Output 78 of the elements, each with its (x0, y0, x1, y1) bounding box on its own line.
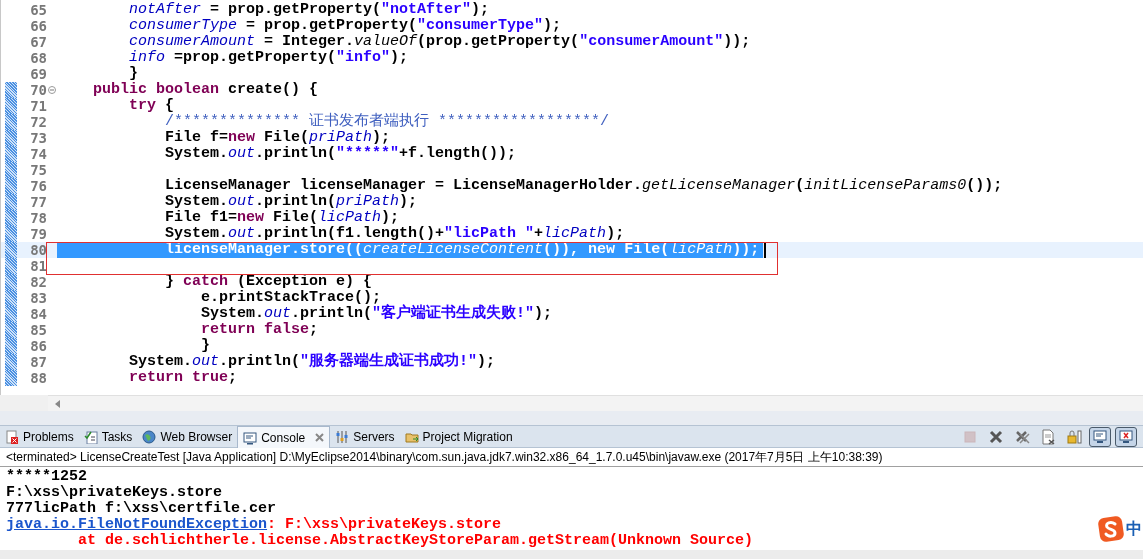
line-number: 80 (29, 242, 47, 258)
process-label: <terminated> LicenseCreateTest [Java Application] D:\MyEclipse2014\binary\com.sun.java.jdk7.win32.x86_64_1.7.0.u45\bin\javaw.exe (2017年7月5日 上午10:38:39) (0, 448, 1143, 467)
view-tab[interactable]: Project Migration (399, 426, 518, 447)
line-number: 77 (29, 194, 47, 210)
view-tab[interactable]: Tasks (78, 426, 138, 447)
line-number: 83 (29, 290, 47, 306)
close-icon (988, 428, 1004, 445)
code-line: notAfter = prop.getProperty("notAfter"); (128, 2, 490, 18)
code-line: try { (128, 98, 175, 114)
view-tab[interactable]: Problems (0, 426, 79, 447)
line-number: 86 (29, 338, 47, 354)
monitor-icon (1092, 428, 1108, 445)
code-line: info =prop.getProperty("info"); (128, 50, 409, 66)
line-number: 88 (29, 370, 47, 386)
view-tab[interactable]: Web Browser (137, 426, 238, 447)
line-number: 76 (29, 178, 47, 194)
line-number: 81 (29, 258, 47, 274)
code-line: /************** 证书发布者端执行 ******************/ (164, 114, 610, 130)
scroll-left-icon[interactable] (55, 399, 60, 408)
line-number: 79 (29, 226, 47, 242)
exception-link[interactable]: java.io.FileNotFoundException (6, 517, 268, 533)
code-line: System.out.println("服务器端生成证书成功!"); (128, 354, 496, 370)
line-number: 84 (29, 306, 47, 322)
code-line: } (200, 338, 211, 354)
globe-icon (142, 429, 157, 444)
code-line: consumerAmount = Integer.valueOf(prop.getProperty("consumerAmount")); (128, 34, 751, 50)
view-tab[interactable]: Servers (330, 426, 400, 447)
line-number: 70 (29, 82, 47, 98)
view-tab[interactable]: Console (237, 426, 331, 448)
console-output-text: 777licPath f:\xss\certfile.cer (6, 501, 277, 517)
line-number: 71 (29, 98, 47, 114)
code-line: System.out.println(priPath); (164, 194, 418, 210)
monitor-x-icon (1118, 428, 1134, 445)
code-line: return false; (200, 322, 319, 338)
sliders-icon (335, 429, 350, 444)
close-icon[interactable] (315, 433, 325, 442)
console-output-text: F:\xss\privateKeys.store (6, 485, 223, 501)
code-line: System.out.println("客户端证书生成失败!"); (200, 306, 553, 322)
line-number: 74 (29, 146, 47, 162)
code-line: LicenseManager licenseManager = LicenseManagerHolder.getLicenseManager(initLicenseParams0()); (164, 178, 1003, 194)
code-line: } (128, 66, 138, 82)
collapse-icon[interactable] (47, 86, 56, 94)
line-number: 69 (29, 66, 47, 82)
code-line: System.out.println(f1.length()+"licPath "+licPath); (164, 226, 625, 242)
error-document-icon (5, 429, 19, 444)
document-x-icon (1040, 428, 1056, 445)
line-number: 73 (29, 130, 47, 146)
line-number: 66 (29, 18, 47, 34)
code-line: return true; (128, 370, 238, 386)
code-line: File f1=new File(licPath); (164, 210, 400, 226)
console-output-text: : F:\xss\privateKeys.store (267, 517, 502, 533)
text-cursor (764, 242, 767, 258)
monitor-icon (243, 430, 258, 445)
line-number: 75 (29, 162, 47, 178)
double-x-icon (1014, 428, 1030, 445)
stop-icon (962, 428, 978, 445)
console-output-text: at de.schlichtherle.license.AbstractKeyStoreParam.getStream(Unknown Source) (77, 533, 754, 549)
checklist-icon (83, 429, 98, 444)
code-line: File f=new File(priPath); (164, 130, 391, 146)
line-number: 85 (29, 322, 47, 338)
lock-icon (1066, 428, 1082, 445)
show-out-button[interactable] (1089, 426, 1111, 447)
line-number: 82 (29, 274, 47, 290)
line-number: 87 (29, 354, 47, 370)
ime-indicator[interactable]: 中 (1098, 516, 1143, 542)
line-number: 72 (29, 114, 47, 130)
code-line: public boolean create() { (92, 82, 319, 98)
code-line: e.printStackTrace(); (200, 290, 382, 306)
line-number: 68 (29, 50, 47, 66)
line-number: 67 (29, 34, 47, 50)
line-number: 65 (29, 2, 47, 18)
code-line: consumerType = prop.getProperty("consumerType"); (128, 18, 562, 34)
line-number: 78 (29, 210, 47, 226)
ime-logo-icon (1098, 516, 1124, 542)
horizontal-scrollbar[interactable] (48, 395, 1143, 411)
show-err-button[interactable] (1115, 426, 1137, 447)
console-output-text: *****1252 (6, 469, 87, 485)
code-line: System.out.println("*****"+f.length()); (164, 146, 517, 162)
